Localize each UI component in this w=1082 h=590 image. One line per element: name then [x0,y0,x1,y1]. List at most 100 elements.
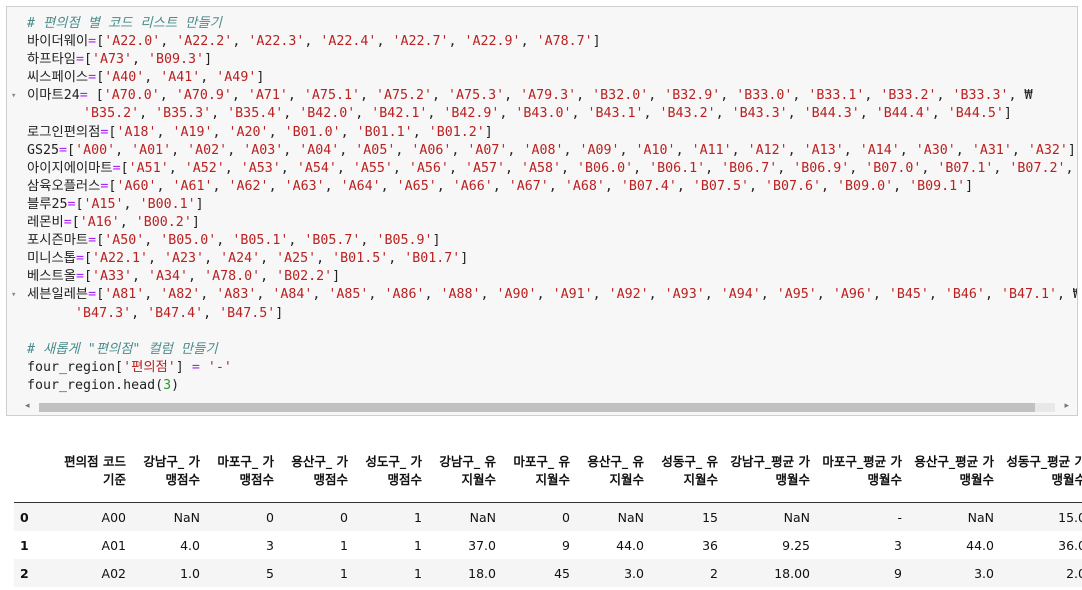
code-token: , [563,142,580,158]
code-token: , [132,269,149,285]
code-token: , [1065,160,1074,176]
code-string: 'A20' [228,124,269,140]
table-cell: 0 [562,509,570,525]
code-string: 'A90' [496,287,537,303]
fold-arrow-icon[interactable]: ▾ [11,87,21,105]
code-line[interactable]: 미니스톱=['A22.1', 'A23', 'A24', 'A25', 'B01… [7,250,1077,268]
code-string: 'B00.1' [139,196,196,212]
code-token: , [123,196,140,212]
code-line[interactable]: # 새롭게 "편의점" 컬럼 만들기 [7,341,1077,359]
table-cell: NaN [967,509,994,525]
code-string: 'B05.7' [304,233,361,249]
code-line[interactable]: 아이지에이마트=['A51', 'A52', 'A53', 'A54', 'A5… [7,160,1077,178]
code-token: , [705,160,722,176]
code-line[interactable]: ▾ 세븐일레븐=['A81', 'A82', 'A83', 'A84', 'A85… [7,286,1077,304]
table-cell: NaN [617,509,644,525]
code-token: 미니스톱 [27,251,76,267]
code-token: , [984,287,1001,303]
code-string: 'B47.1' [1000,287,1057,303]
code-string: 'B07.6' [764,178,822,194]
column-header-label: 성동구_평균 가맹월수 [1006,454,1082,487]
code-line[interactable]: 포시즌마트=['A50', 'B05.0', 'B05.1', 'B05.7',… [7,232,1077,250]
scroll-left-icon[interactable]: ◂ [25,401,30,411]
code-token: = [112,160,121,176]
code-token: , [843,142,860,158]
code-line[interactable]: # 편의점 별 코드 리스트 만들기 [7,15,1077,33]
table-row: 2A021.051118.0453.0218.0093.02.0- [14,559,1082,587]
code-editor[interactable]: # 편의점 별 코드 리스트 만들기 바이더웨이=['A22.0', 'A22.2… [7,15,1077,395]
code-token: , [115,142,132,158]
code-line[interactable] [7,323,1077,341]
code-token: ] [432,233,441,249]
code-token: [ [83,269,92,285]
code-token: , [168,160,185,176]
code-token: , [395,142,412,158]
fold-arrow-icon[interactable]: ▾ [11,286,21,304]
code-token: [ [67,142,76,158]
code-string: 'B05.9' [376,233,433,249]
code-token: , [993,160,1010,176]
code-token: , [720,88,737,104]
column-header-label: 마포구_ 유지월수 [513,454,570,487]
scroll-right-icon[interactable]: ▸ [1064,401,1069,411]
code-line[interactable]: four_region.head(3) [7,377,1077,395]
table-cell: 9 [894,565,902,581]
code-string: 'A57' [464,160,505,176]
code-token: , [931,106,948,122]
code-string: 'A22.7' [392,34,449,50]
code-string: 'B43.0' [515,106,572,122]
code-string: 'B06.9' [793,160,850,176]
code-string: 'A22.4' [320,34,377,50]
code-string: 'A58' [521,160,562,176]
code-string: 'A78.0' [204,269,261,285]
code-cell[interactable]: # 편의점 별 코드 리스트 만들기 바이더웨이=['A22.0', 'A22.2… [6,6,1078,416]
code-string: 'A62' [228,178,269,194]
code-line[interactable]: 베스트올=['A33', 'A34', 'A78.0', 'B02.2'] [7,268,1077,286]
code-token: , [148,251,165,267]
code-token: , [268,178,285,194]
code-token: four_region[ [27,359,124,375]
code-string: 'A60' [116,178,157,194]
code-string: 'A09' [579,142,620,158]
table-cell: 1 [414,537,422,553]
code-line[interactable]: four_region['편의점'] = '-' [7,359,1077,377]
code-token: = [75,52,84,68]
code-token: ] [592,34,601,50]
table-cell: 0 [266,509,274,525]
code-line[interactable]: 레몬비=['A16', 'B00.2'] [7,214,1077,232]
code-string: 'A92' [608,287,649,303]
scrollbar-thumb[interactable] [39,403,1035,412]
code-line[interactable]: 삼육오플러스=['A60', 'A61', 'A62', 'A63', 'A64… [7,178,1077,196]
table-cell: 3 [894,537,902,553]
code-line[interactable]: GS25=['A00', 'A01', 'A02', 'A03', 'A04',… [7,142,1077,160]
code-line[interactable]: 바이더웨이=['A22.0', 'A22.2', 'A22.3', 'A22.4… [7,33,1077,51]
code-line[interactable]: 'B35.2', 'B35.3', 'B35.4', 'B42.0', 'B42… [7,105,1077,123]
code-token: ] [484,124,493,140]
code-line[interactable]: ▾ 이마트24= ['A70.0', 'A70.9', 'A71', 'A75.1… [7,87,1077,105]
code-token: , [340,124,357,140]
code-string: 'A75.1' [303,88,360,104]
code-token: , [260,251,277,267]
code-token: , [507,142,524,158]
code-line[interactable]: 하프타임=['A73', 'B09.3'] [7,51,1077,69]
code-line[interactable]: 씨스페이스=['A40', 'A41', 'A49'] [7,69,1077,87]
code-line[interactable]: 'B47.3', 'B47.4', 'B47.5'] [7,305,1077,323]
table-cell: 44.0 [616,537,644,553]
code-token: = [88,233,97,249]
code-string: 'B07.4' [620,178,677,194]
column-header-label: 편의점 코드 기준 [64,454,126,487]
code-line[interactable]: 블루25=['A15', 'B00.1'] [7,196,1077,214]
code-token: , [928,287,945,303]
column-header-label: 용산구_ 가맹점수 [291,454,348,487]
code-token: , [268,124,285,140]
code-token: 하프타임 [27,52,76,68]
code-string: 'B44.4' [875,106,932,122]
code-string: 'A91' [552,287,593,303]
horizontal-scrollbar[interactable]: ◂ ▸ [25,401,1069,413]
code-string: 'A52' [184,160,225,176]
code-string: 'B07.1' [937,160,994,176]
code-token: , [212,178,229,194]
code-line[interactable]: 로그인편의점=['A18', 'A19', 'A20', 'B01.0', 'B… [7,124,1077,142]
code-token: , [119,215,136,231]
code-token: [ [75,196,84,212]
